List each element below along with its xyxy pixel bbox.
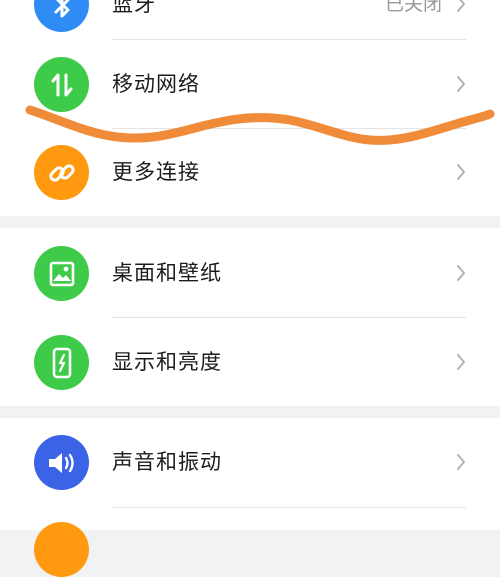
- mobile-data-icon: [34, 57, 89, 112]
- settings-row-label: 显示和亮度: [112, 350, 222, 374]
- chevron-right-icon: [457, 0, 465, 12]
- sound-group: 声音和振动: [0, 418, 500, 577]
- display-group: 桌面和壁纸 显示和亮度: [0, 228, 500, 406]
- partial-row-icon: [34, 522, 89, 577]
- display-brightness-icon: [34, 335, 89, 390]
- chevron-right-icon: [457, 76, 465, 92]
- chevron-right-icon: [457, 354, 465, 370]
- volume-icon: [34, 435, 89, 490]
- link-icon: [34, 145, 89, 200]
- settings-row-label: 声音和振动: [112, 450, 222, 474]
- settings-row-mobile-network[interactable]: 移动网络: [0, 40, 500, 128]
- chevron-right-icon: [457, 454, 465, 470]
- settings-row-display-brightness[interactable]: 显示和亮度: [0, 318, 500, 406]
- settings-row-more-connections[interactable]: 更多连接: [0, 128, 500, 216]
- chevron-right-icon: [457, 265, 465, 281]
- settings-row-sound-vibration[interactable]: 声音和振动: [0, 418, 500, 506]
- wallpaper-icon: [34, 246, 89, 301]
- settings-row-label: 桌面和壁纸: [112, 261, 222, 285]
- settings-row-label: 更多连接: [112, 160, 200, 184]
- connectivity-group: 蓝牙 已关闭 移动网络 更多连接: [0, 0, 500, 216]
- settings-row-wallpaper[interactable]: 桌面和壁纸: [0, 229, 500, 317]
- settings-row-label: 移动网络: [112, 72, 200, 96]
- chevron-right-icon: [457, 164, 465, 180]
- bluetooth-icon: [34, 0, 89, 32]
- divider: [112, 507, 466, 508]
